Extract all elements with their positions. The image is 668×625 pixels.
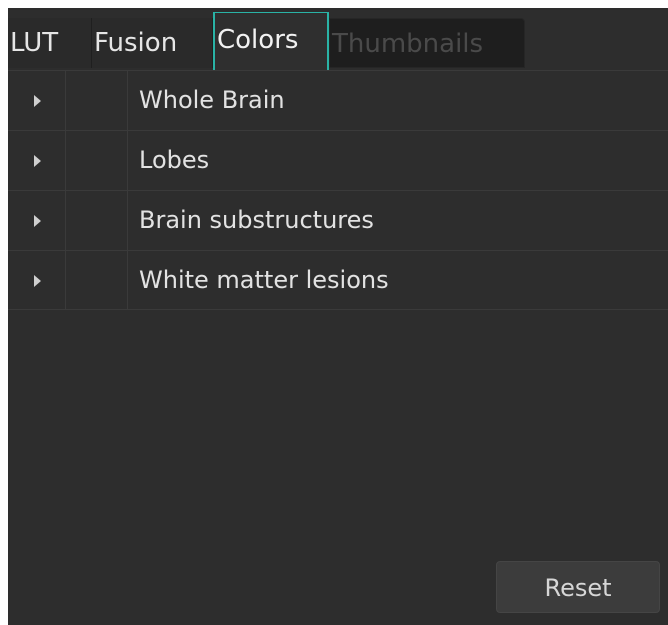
colors-panel: LUT Fusion Colors Thumbnails Whole Brain… [8, 8, 668, 625]
tree-row-label: Whole Brain [139, 86, 285, 114]
tree-row-white-matter-lesions[interactable]: White matter lesions [8, 250, 668, 310]
tab-bar: LUT Fusion Colors Thumbnails [8, 8, 668, 70]
tab-fusion[interactable]: Fusion [92, 18, 213, 68]
caret-right-icon[interactable] [34, 215, 41, 227]
tab-lut[interactable]: LUT [8, 18, 92, 68]
tree-row-label: White matter lesions [139, 266, 389, 294]
tab-colors[interactable]: Colors [213, 12, 329, 70]
expand-cell[interactable] [8, 71, 66, 130]
tree-row-label: Lobes [139, 146, 210, 174]
structure-tree: Whole Brain Lobes Brain substructures Wh… [8, 70, 668, 310]
caret-right-icon[interactable] [34, 155, 41, 167]
tree-row-brain-substructures[interactable]: Brain substructures [8, 190, 668, 250]
color-swatch-cell[interactable] [66, 251, 128, 310]
tree-row-lobes[interactable]: Lobes [8, 130, 668, 190]
expand-cell[interactable] [8, 251, 66, 310]
tree-row-label: Brain substructures [139, 206, 374, 234]
color-swatch-cell[interactable] [66, 71, 128, 130]
tree-row-whole-brain[interactable]: Whole Brain [8, 70, 668, 130]
reset-button[interactable]: Reset [496, 561, 660, 613]
tab-thumbnails: Thumbnails [329, 18, 525, 68]
expand-cell[interactable] [8, 191, 66, 250]
expand-cell[interactable] [8, 131, 66, 190]
caret-right-icon[interactable] [34, 275, 41, 287]
caret-right-icon[interactable] [34, 95, 41, 107]
color-swatch-cell[interactable] [66, 191, 128, 250]
color-swatch-cell[interactable] [66, 131, 128, 190]
